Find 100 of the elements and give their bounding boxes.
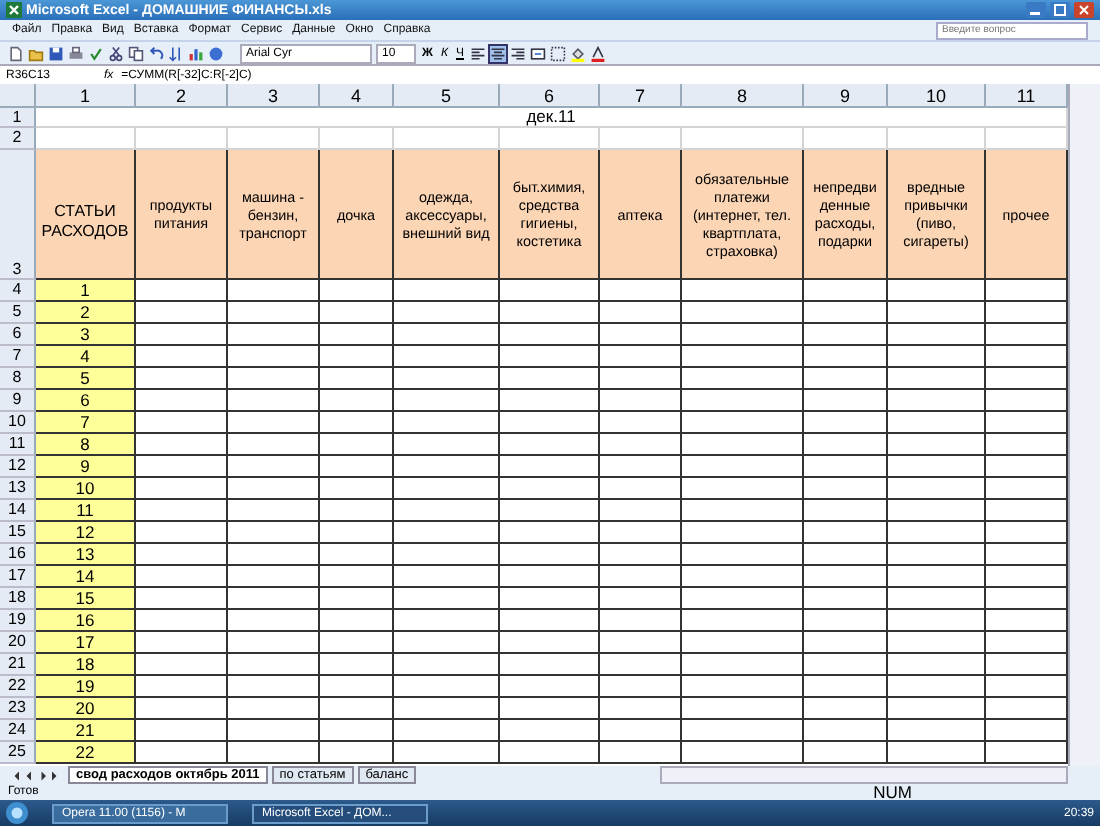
- table-cell: [682, 302, 804, 324]
- table-cell: [320, 610, 394, 632]
- table-cell: [136, 456, 228, 478]
- align-left-icon[interactable]: [469, 45, 486, 61]
- table-cell: [320, 676, 394, 698]
- close-icon[interactable]: [1074, 2, 1094, 18]
- column-header[interactable]: 7: [600, 84, 682, 108]
- row-header[interactable]: 25: [0, 742, 36, 764]
- row-header[interactable]: 8: [0, 368, 36, 390]
- save-icon[interactable]: [48, 45, 64, 61]
- row-header[interactable]: 23: [0, 698, 36, 720]
- fill-color-icon[interactable]: [569, 45, 586, 61]
- table-cell: [136, 434, 228, 456]
- row-header[interactable]: 22: [0, 676, 36, 698]
- row-header[interactable]: 21: [0, 654, 36, 676]
- spelling-icon[interactable]: [88, 45, 104, 61]
- minimize-icon[interactable]: [1026, 2, 1046, 18]
- borders-icon[interactable]: [549, 45, 566, 61]
- table-cell: 19: [36, 676, 136, 698]
- table-cell: [600, 676, 682, 698]
- column-header[interactable]: 9: [804, 84, 888, 108]
- table-cell: [320, 368, 394, 390]
- table-cell: дек.11: [36, 108, 1068, 128]
- column-heading-cell: СТАТЬИ РАСХОДОВ: [36, 150, 136, 280]
- column-header[interactable]: 8: [682, 84, 804, 108]
- chart-icon[interactable]: [188, 45, 204, 61]
- table-cell: [804, 368, 888, 390]
- row-header[interactable]: 15: [0, 522, 36, 544]
- column-header[interactable]: 4: [320, 84, 394, 108]
- column-header[interactable]: 5: [394, 84, 500, 108]
- row-header[interactable]: 19: [0, 610, 36, 632]
- row-header[interactable]: 2: [0, 128, 36, 150]
- align-center-icon[interactable]: [489, 45, 506, 61]
- table-cell: [320, 698, 394, 720]
- merge-cells-icon[interactable]: [529, 45, 546, 61]
- align-right-icon[interactable]: [509, 45, 526, 61]
- row-header[interactable]: 1: [0, 108, 36, 128]
- start-button-icon[interactable]: [6, 802, 28, 824]
- table-cell: [888, 368, 986, 390]
- table-cell: [500, 456, 600, 478]
- row-header[interactable]: 16: [0, 544, 36, 566]
- horizontal-scrollbar[interactable]: [660, 766, 1068, 784]
- table-cell: [888, 346, 986, 368]
- table-cell: [320, 742, 394, 764]
- row-header[interactable]: 6: [0, 324, 36, 346]
- table-cell: [600, 500, 682, 522]
- row-header[interactable]: 11: [0, 434, 36, 456]
- row-header[interactable]: 12: [0, 456, 36, 478]
- table-cell: [600, 390, 682, 412]
- column-header[interactable]: 2: [136, 84, 228, 108]
- vertical-scrollbar[interactable]: [1068, 84, 1100, 766]
- table-cell: [136, 676, 228, 698]
- table-cell: [136, 302, 228, 324]
- row-header[interactable]: 13: [0, 478, 36, 500]
- table-cell: [888, 456, 986, 478]
- column-header[interactable]: 1: [36, 84, 136, 108]
- sort-icon[interactable]: [168, 45, 184, 61]
- table-cell: [804, 456, 888, 478]
- row-header[interactable]: 7: [0, 346, 36, 368]
- copy-icon[interactable]: [128, 45, 144, 61]
- row-header[interactable]: 4: [0, 280, 36, 302]
- row-header[interactable]: 10: [0, 412, 36, 434]
- table-cell: [394, 434, 500, 456]
- print-icon[interactable]: [68, 45, 84, 61]
- column-header[interactable]: 3: [228, 84, 320, 108]
- table-cell: [136, 500, 228, 522]
- row-header[interactable]: 24: [0, 720, 36, 742]
- column-header[interactable]: 11: [986, 84, 1068, 108]
- row-header[interactable]: 3: [0, 150, 36, 280]
- row-header[interactable]: 14: [0, 500, 36, 522]
- table-cell: [682, 522, 804, 544]
- table-cell: [320, 566, 394, 588]
- table-cell: [228, 368, 320, 390]
- row-header[interactable]: 20: [0, 632, 36, 654]
- row-header[interactable]: 9: [0, 390, 36, 412]
- table-cell: [228, 500, 320, 522]
- table-cell: [804, 434, 888, 456]
- table-cell: [228, 610, 320, 632]
- table-cell: [804, 610, 888, 632]
- table-cell: [500, 346, 600, 368]
- font-color-icon[interactable]: [589, 45, 606, 61]
- cut-icon[interactable]: [108, 45, 124, 61]
- table-cell: [136, 478, 228, 500]
- table-cell: [888, 742, 986, 764]
- table-cell: [500, 632, 600, 654]
- table-cell: [228, 456, 320, 478]
- table-cell: [682, 720, 804, 742]
- row-header[interactable]: 18: [0, 588, 36, 610]
- column-header[interactable]: 10: [888, 84, 986, 108]
- row-header[interactable]: 5: [0, 302, 36, 324]
- table-cell: [228, 544, 320, 566]
- row-header[interactable]: 17: [0, 566, 36, 588]
- table-cell: [682, 654, 804, 676]
- table-cell: [804, 412, 888, 434]
- column-header[interactable]: 6: [500, 84, 600, 108]
- table-cell: [600, 302, 682, 324]
- maximize-icon[interactable]: [1050, 2, 1070, 18]
- table-cell: 9: [36, 456, 136, 478]
- undo-icon[interactable]: [148, 45, 164, 61]
- table-cell: [228, 588, 320, 610]
